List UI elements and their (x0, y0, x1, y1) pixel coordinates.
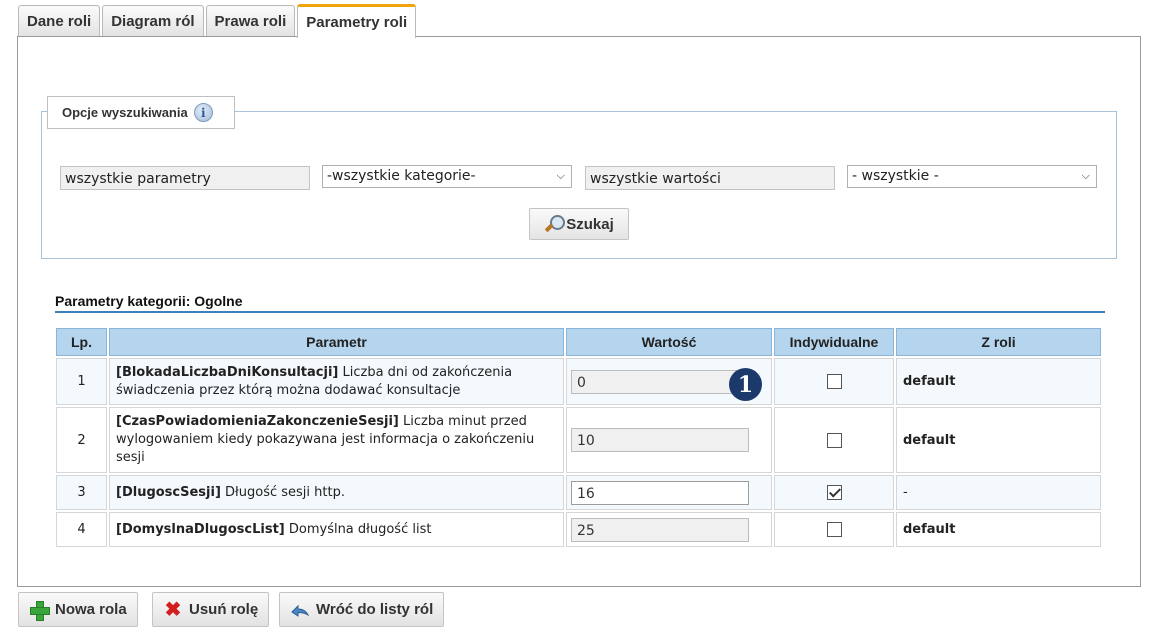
parameter-name: [CzasPowiadomieniaZakonczenieSesji] (116, 414, 399, 429)
from-role-value: - (896, 475, 1101, 510)
from-role-value: default (896, 358, 1101, 405)
chevron-down-icon: ⌵ (1081, 169, 1090, 182)
back-to-roles-label: Wróć do listy ról (316, 601, 434, 618)
individual-checkbox[interactable] (826, 522, 842, 537)
value-cell: 16 (566, 475, 772, 510)
row-number: 2 (56, 407, 107, 473)
category-select-value: -wszystkie kategorie- (327, 168, 476, 184)
individual-cell (774, 358, 894, 405)
table-row: 1 [BlokadaLiczbaDniKonsultacji] Liczba d… (56, 358, 1101, 405)
magnifier-icon (544, 214, 566, 234)
search-button-label: Szukaj (566, 215, 614, 233)
tab-parametry-roli[interactable]: Parametry roli (297, 4, 417, 38)
value-cell: 0 1 (566, 358, 772, 405)
individual-checkbox[interactable] (826, 485, 842, 500)
from-role-value: default (896, 512, 1101, 547)
table-row: 3 [DlugoscSesji] Długość sesji http. 16 … (56, 475, 1101, 510)
value-input[interactable]: 10 (571, 428, 749, 452)
scope-select-value: - wszystkie - (852, 168, 939, 184)
tab-prawa-roli[interactable]: Prawa roli (205, 5, 296, 37)
search-options-legend: Opcje wyszukiwania i (47, 96, 235, 129)
tab-bar: Dane roli Diagram ról Prawa roli Paramet… (18, 4, 418, 38)
info-icon[interactable]: i (193, 103, 213, 122)
step-marker-badge: 1 (729, 368, 762, 401)
parameter-cell: [DomyslnaDlugoscList] Domyślna długość l… (109, 512, 564, 547)
header-parametr: Parametr (109, 328, 564, 356)
value-cell: 25 (566, 512, 772, 547)
row-number: 4 (56, 512, 107, 547)
new-role-label: Nowa rola (55, 601, 127, 618)
tab-diagram-rol[interactable]: Diagram ról (102, 5, 204, 37)
scope-select[interactable]: - wszystkie - ⌵ (847, 165, 1097, 188)
category-title: Parametry kategorii: Ogolne (55, 293, 243, 309)
back-arrow-icon (290, 600, 310, 620)
parameter-name-filter[interactable]: wszystkie parametry (60, 166, 310, 190)
parameter-name: [BlokadaLiczbaDniKonsultacji] (116, 364, 339, 380)
chevron-down-icon: ⌵ (556, 169, 565, 182)
value-input[interactable]: 0 (571, 369, 749, 394)
individual-checkbox[interactable] (826, 374, 842, 389)
parameter-description: Długość sesji http. (220, 484, 345, 500)
header-z-roli: Z roli (896, 328, 1101, 356)
header-wartosc: Wartość (566, 328, 772, 356)
table-header-row: Lp. Parametr Wartość Indywidualne Z roli (56, 328, 1101, 356)
individual-cell (774, 407, 894, 473)
tab-dane-roli[interactable]: Dane roli (18, 5, 101, 37)
individual-cell (774, 512, 894, 547)
parameter-cell: [CzasPowiadomieniaZakonczenieSesji] Licz… (109, 407, 564, 473)
row-number: 3 (56, 475, 107, 510)
parameter-cell: [BlokadaLiczbaDniKonsultacji] Liczba dni… (109, 358, 564, 405)
value-input[interactable]: 16 (571, 480, 749, 505)
search-button[interactable]: Szukaj (529, 208, 629, 240)
header-indywidualne: Indywidualne (774, 328, 894, 356)
search-options-label: Opcje wyszukiwania (62, 105, 188, 120)
table-row: 4 [DomyslnaDlugoscList] Domyślna długość… (56, 512, 1101, 547)
delete-role-button[interactable]: ✖ Usuń rolę (152, 592, 270, 627)
category-divider (55, 311, 1105, 313)
parameter-name: [DomyslnaDlugoscList] (116, 521, 285, 537)
from-role-value: default (896, 407, 1101, 473)
table-row: 2 [CzasPowiadomieniaZakonczenieSesji] Li… (56, 407, 1101, 473)
value-input[interactable]: 25 (571, 517, 749, 542)
plus-icon (29, 600, 50, 621)
value-filter[interactable]: wszystkie wartości (585, 166, 835, 190)
individual-checkbox[interactable] (826, 432, 842, 448)
x-icon: ✖ (164, 598, 182, 621)
individual-cell (774, 475, 894, 510)
category-select[interactable]: -wszystkie kategorie- ⌵ (322, 165, 572, 188)
new-role-button[interactable]: Nowa rola (18, 592, 138, 627)
parameters-table: Lp. Parametr Wartość Indywidualne Z roli… (54, 326, 1103, 549)
header-lp: Lp. (56, 328, 107, 356)
delete-role-label: Usuń rolę (189, 601, 259, 618)
parameter-name: [DlugoscSesji] (116, 484, 221, 500)
parameter-cell: [DlugoscSesji] Długość sesji http. (109, 475, 564, 510)
row-number: 1 (56, 358, 107, 405)
value-cell: 10 (566, 407, 772, 473)
parameter-description: Domyślna długość list (284, 521, 432, 537)
back-to-roles-button[interactable]: Wróć do listy ról (279, 592, 445, 627)
